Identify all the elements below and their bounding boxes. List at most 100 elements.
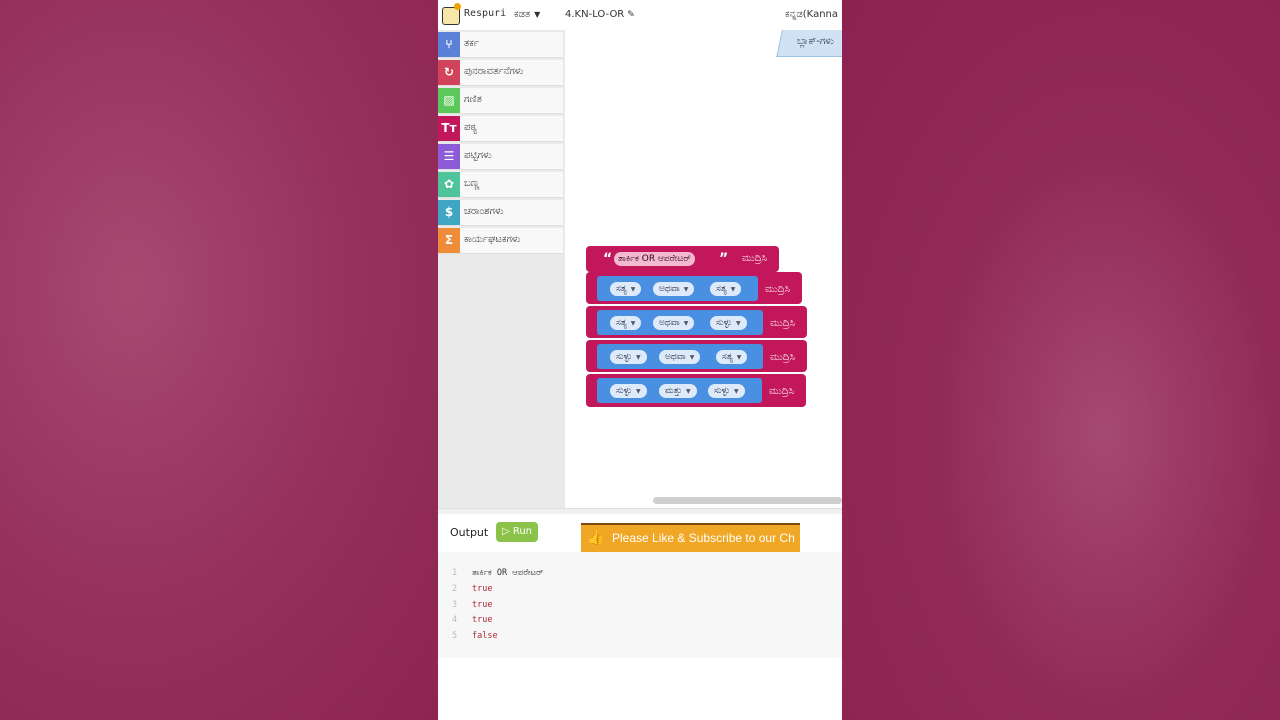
dropdown-arrow-icon: ▼: [683, 286, 689, 293]
line-number: 3: [452, 600, 458, 610]
dropdown-arrow-icon: ▼: [733, 388, 739, 395]
console-output: 1 ತಾರ್ಕಿಕ OR ಆಪರೇಟರ್ 2 true 3 true 4 true 5 f…: [438, 552, 842, 658]
toolbox-category-logic[interactable]: ⑂ ತರ್ಕ: [438, 32, 563, 58]
line-number: 5: [452, 631, 458, 641]
print-label: ಮುದ್ರಿಸಿ: [770, 352, 795, 363]
operator-value: ಮತ್ತು: [665, 386, 682, 396]
operator-dropdown[interactable]: ಅಥವಾ ▼: [653, 316, 695, 330]
print-label: ಮುದ್ರಿಸಿ: [742, 253, 767, 264]
console-text: true: [472, 584, 493, 594]
boolean-value: ಸತ್ಯ: [616, 284, 627, 294]
toolbox-category-functions[interactable]: Σ ಕಾರ್ಯಘಟಕಗಳು: [438, 228, 563, 254]
language-selector[interactable]: ಕನ್ನಡ(Kanna: [785, 9, 838, 20]
boolean-value: ಸುಳ್ಳು: [616, 352, 632, 362]
project-title-text: 4.KN-LO-OR: [565, 9, 625, 20]
banner-text: Please Like & Subscribe to our Ch: [612, 531, 795, 545]
console-line: 3 true: [452, 600, 492, 610]
category-label: ಚರಾಂಶಗಳು: [464, 206, 504, 217]
function-icon: Σ: [438, 228, 460, 253]
boolean-dropdown[interactable]: ಸುಳ್ಳು ▼: [708, 384, 745, 398]
dropdown-arrow-icon: ▼: [630, 320, 636, 327]
dropdown-arrow-icon: ▼: [635, 354, 641, 361]
subscribe-banner[interactable]: 👍 Please Like & Subscribe to our Ch: [581, 523, 800, 552]
category-label: ಪಟ್ಟಿಗಳು: [464, 150, 492, 161]
dropdown-arrow-icon: ▼: [730, 286, 736, 293]
text-value-field[interactable]: ತಾರ್ಕಿಕ OR ಆಪರೇಟರ್: [614, 252, 695, 266]
run-button[interactable]: ▷ Run: [496, 522, 538, 542]
console-text: ತಾರ್ಕಿಕ OR ಆಪರೇಟರ್: [472, 568, 544, 578]
operator-value: ಅಥವಾ: [665, 352, 686, 362]
dropdown-arrow-icon: ▼: [685, 388, 691, 395]
boolean-dropdown[interactable]: ಸತ್ಯ ▼: [710, 282, 742, 296]
dropdown-arrow-icon: ▼: [689, 354, 695, 361]
dropdown-arrow-icon: ▼: [736, 354, 742, 361]
print-label: ಮುದ್ರಿಸಿ: [770, 318, 795, 329]
console-line: 5 false: [452, 631, 498, 641]
console-line: 1 ತಾರ್ಕಿಕ OR ಆಪರೇಟರ್: [452, 568, 543, 578]
text-icon: Tт: [438, 116, 460, 141]
line-number: 4: [452, 615, 458, 625]
line-number: 2: [452, 584, 458, 594]
console-text: true: [472, 600, 493, 610]
output-label: Output: [450, 526, 489, 539]
category-label: ಪಠ್ಯ: [464, 122, 478, 133]
dropdown-arrow-icon: ▼: [630, 286, 636, 293]
dropdown-arrow-icon: ▼: [683, 320, 689, 327]
boolean-dropdown[interactable]: ಸತ್ಯ ▼: [610, 282, 642, 296]
boolean-dropdown[interactable]: ಸುಳ್ಳು ▼: [610, 350, 647, 364]
category-label: ಗಣಿತ: [464, 94, 482, 105]
boolean-dropdown[interactable]: ಸುಳ್ಳು ▼: [610, 384, 647, 398]
line-number: 1: [452, 568, 458, 578]
output-panel: Output ▷ Run 👍 Please Like & Subscribe t…: [438, 514, 842, 720]
toolbox-category-variables[interactable]: $ ಚರಾಂಶಗಳು: [438, 200, 563, 226]
thumbs-up-icon: 👍: [587, 530, 605, 546]
chevron-down-icon: ▼: [534, 10, 541, 19]
operator-value: ಅಥವಾ: [659, 284, 680, 294]
math-icon: ▨: [438, 88, 460, 113]
toolbox-category-lists[interactable]: ☰ ಪಟ್ಟಿಗಳು: [438, 144, 563, 170]
blocks-tab-label: ಬ್ಲಾಕ್-ಗಳು: [797, 36, 834, 47]
quote-close-icon: ”: [719, 251, 729, 267]
boolean-value: ಸುಳ್ಳು: [716, 318, 732, 328]
top-bar: Respuri ಕಡತ ▼ 4.KN-LO-OR ✎ ಕನ್ನಡ(Kanna: [438, 0, 842, 31]
boolean-value: ಸುಳ್ಳು: [714, 386, 730, 396]
notification-dot: [454, 3, 461, 10]
console-line: 4 true: [452, 615, 492, 625]
console-text: false: [472, 631, 498, 641]
category-label: ಕಾರ್ಯಘಟಕಗಳು: [464, 234, 521, 245]
category-label: ಬಣ್ಣ: [464, 178, 480, 189]
loop-icon: ↻: [438, 60, 460, 85]
background-right: [842, 0, 1280, 720]
boolean-value: ಸತ್ಯ: [716, 284, 727, 294]
background-left: [0, 0, 438, 720]
block-workspace[interactable]: ಬ್ಲಾಕ್-ಗಳು “ ತಾರ್ಕಿಕ OR ಆಪರೇಟರ್ ” ಮುದ್ರಿ…: [565, 30, 842, 508]
palette-icon: ✿: [438, 172, 460, 197]
pencil-icon[interactable]: ✎: [627, 10, 635, 20]
toolbox-category-text[interactable]: Tт ಪಠ್ಯ: [438, 116, 563, 142]
boolean-value: ಸುಳ್ಳು: [616, 386, 632, 396]
dropdown-arrow-icon: ▼: [635, 388, 641, 395]
list-icon: ☰: [438, 144, 460, 169]
toolbox-category-loops[interactable]: ↻ ಪುನರಾವರ್ತನೆಗಳು: [438, 60, 563, 86]
boolean-value: ಸತ್ಯ: [616, 318, 627, 328]
operator-dropdown[interactable]: ಅಥವಾ ▼: [659, 350, 701, 364]
boolean-dropdown[interactable]: ಸತ್ಯ ▼: [610, 316, 642, 330]
dropdown-arrow-icon: ▼: [735, 320, 741, 327]
boolean-dropdown[interactable]: ಸತ್ಯ ▼: [716, 350, 748, 364]
project-title[interactable]: 4.KN-LO-OR ✎: [565, 9, 635, 20]
app-window: Respuri ಕಡತ ▼ 4.KN-LO-OR ✎ ಕನ್ನಡ(Kanna ⑂ ತ…: [438, 0, 842, 720]
console-text: true: [472, 615, 493, 625]
toolbox-category-math[interactable]: ▨ ಗಣಿತ: [438, 88, 563, 114]
workspace-horizontal-scrollbar[interactable]: [653, 497, 842, 504]
operator-dropdown[interactable]: ಅಥವಾ ▼: [653, 282, 695, 296]
console-line: 2 true: [452, 584, 492, 594]
toolbox-category-colour[interactable]: ✿ ಬಣ್ಣ: [438, 172, 563, 198]
operator-value: ಅಥವಾ: [659, 318, 680, 328]
print-label: ಮುದ್ರಿಸಿ: [765, 284, 790, 295]
boolean-value: ಸತ್ಯ: [722, 352, 733, 362]
quote-open-icon: “: [603, 251, 613, 267]
file-menu[interactable]: ಕಡತ ▼: [514, 9, 540, 20]
variable-icon: $: [438, 200, 460, 225]
boolean-dropdown[interactable]: ಸುಳ್ಳು ▼: [710, 316, 747, 330]
operator-dropdown[interactable]: ಮತ್ತು ▼: [659, 384, 697, 398]
